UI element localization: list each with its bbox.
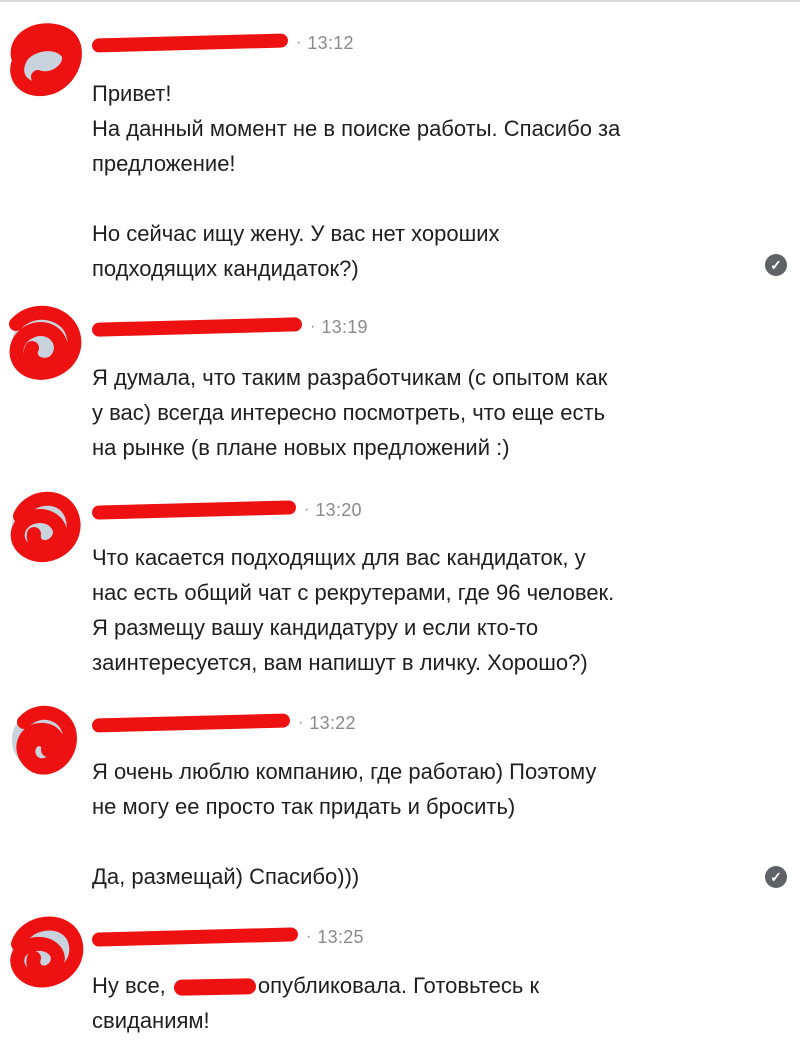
separator-dot: · — [298, 714, 304, 731]
avatar[interactable] — [9, 305, 82, 380]
sender-name-redacted — [91, 927, 299, 947]
message-thread: · 13:12 Привет! На данный момент не в по… — [0, 0, 800, 1042]
message-header: · 13:25 — [91, 924, 364, 950]
message-text[interactable]: Ну все, опубликовала. Готовьтесь к свида… — [92, 968, 742, 1038]
avatar-redaction-scribble — [10, 23, 82, 96]
message-line: не могу ее просто так придать и бросить) — [92, 794, 516, 819]
sender-name-redacted — [91, 317, 303, 337]
separator-dot: · — [310, 318, 316, 335]
avatar[interactable] — [10, 23, 82, 96]
message-line: Я думала, что таким разработчикам (с опы… — [92, 365, 608, 390]
message-text[interactable]: Что касается подходящих для вас кандидат… — [92, 540, 742, 680]
message-line: предложение! — [92, 151, 236, 176]
message-text[interactable]: Я очень люблю компанию, где работаю) Поэ… — [92, 754, 742, 894]
message-line: Привет! — [92, 81, 172, 106]
message-header: · 13:20 — [91, 497, 362, 523]
avatar-redaction-scribble — [9, 305, 82, 380]
message-timestamp: 13:20 — [315, 499, 362, 520]
avatar-redaction-scribble — [10, 491, 81, 563]
avatar-redaction-scribble — [10, 916, 84, 988]
message-timestamp: 13:25 — [317, 926, 364, 947]
avatar-redaction-scribble — [16, 705, 78, 775]
message-header: · 13:22 — [91, 710, 356, 736]
message-text-after-redaction: опубликовала. Готовьтесь к — [257, 973, 540, 998]
message-timestamp: 13:19 — [321, 316, 368, 337]
message-header: · 13:19 — [91, 314, 368, 340]
message-line: заинтересуется, вам напишут в личку. Хор… — [92, 650, 588, 675]
message-line: свиданиям! — [92, 1008, 210, 1033]
message-line: Я очень люблю компанию, где работаю) Поэ… — [92, 759, 597, 784]
separator-dot: · — [296, 34, 302, 51]
message-text[interactable]: Я думала, что таким разработчикам (с опы… — [92, 360, 742, 465]
sender-name-redacted — [91, 500, 297, 520]
message-line: нас есть общий чат с рекрутерами, где 96… — [92, 580, 615, 605]
check-circle-icon: ✓ — [765, 254, 787, 276]
message-line: Что касается подходящих для вас кандидат… — [92, 545, 586, 570]
message-text[interactable]: Привет! На данный момент не в поиске раб… — [92, 76, 742, 286]
message-timestamp: 13:12 — [307, 32, 354, 53]
message-line: Ну все, опубликовала. Готовьтесь к — [92, 968, 742, 1003]
message-line: Да, размещай) Спасибо))) — [92, 864, 360, 889]
avatar[interactable] — [10, 491, 81, 563]
avatar[interactable] — [12, 705, 78, 775]
message-line: подходящих кандидаток?) — [92, 256, 359, 281]
message-line: у вас) всегда интересно посмотреть, что … — [92, 400, 606, 425]
separator-dot: · — [304, 501, 310, 518]
sender-name-redacted — [91, 33, 289, 53]
sender-name-redacted — [91, 713, 291, 733]
check-circle-icon: ✓ — [765, 866, 787, 888]
separator-dot: · — [306, 928, 312, 945]
message-line: Я размещу вашу кандидатуру и если кто-то — [92, 615, 539, 640]
message-line: На данный момент не в поиске работы. Спа… — [92, 116, 621, 141]
message-line: на рынке (в плане новых предложений :) — [92, 435, 510, 460]
message-line: Но сейчас ищу жену. У вас нет хороших — [92, 221, 500, 246]
message-text-before-redaction: Ну все, — [92, 973, 172, 998]
message-timestamp: 13:22 — [309, 712, 356, 733]
message-header: · 13:12 — [91, 30, 354, 56]
inline-redaction — [173, 978, 257, 996]
avatar[interactable] — [10, 916, 84, 988]
